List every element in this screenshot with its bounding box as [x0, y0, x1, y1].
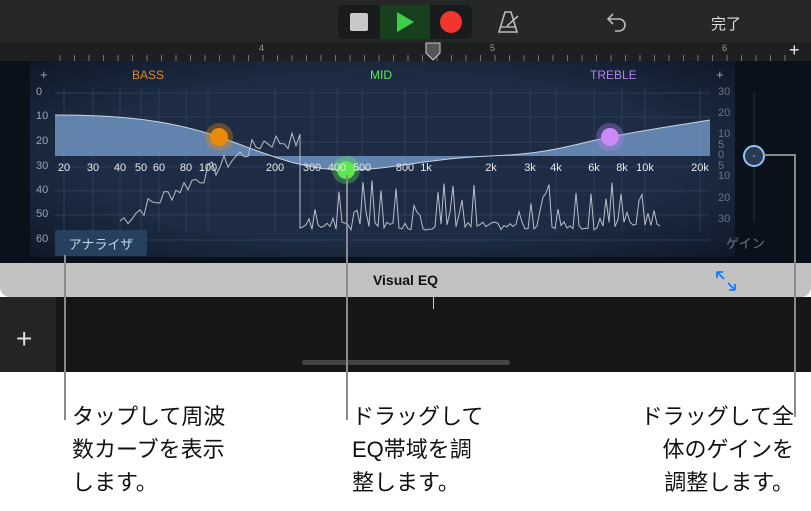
frequency-label: 800: [395, 162, 415, 174]
analyzer-scale-label: 0: [36, 86, 43, 98]
eq-graph[interactable]: [0, 0, 811, 263]
frequency-label: 500: [352, 162, 372, 174]
band-label-treble: TREBLE: [590, 68, 637, 82]
frequency-label: 30: [86, 162, 100, 174]
gain-scale-label: 20: [718, 192, 731, 204]
track-area: +: [0, 297, 811, 372]
frequency-label: 100: [198, 162, 218, 174]
frequency-label: 8k: [616, 162, 628, 174]
frequency-label: 200: [265, 162, 285, 174]
frequency-label: 20: [57, 162, 71, 174]
gain-label: ゲイン: [726, 236, 765, 251]
callout-band: ドラッグして EQ帯域を調 整します。: [352, 404, 484, 495]
frequency-label: 80: [179, 162, 193, 174]
playhead-line: [433, 297, 434, 309]
analyzer-scale-label: 40: [36, 184, 49, 196]
callout-line: [64, 255, 66, 420]
callout-area: タップして周波 数カーブを表示 します。 ドラッグして EQ帯域を調 整します。 ドラッ…: [0, 372, 811, 511]
scroll-indicator[interactable]: [302, 360, 510, 365]
visual-eq-title: Visual EQ: [372, 272, 439, 288]
add-track-button[interactable]: +: [16, 325, 32, 353]
add-band-left[interactable]: +: [40, 67, 48, 82]
frequency-label: 10k: [636, 162, 654, 174]
gain-scale-label: 30: [718, 213, 731, 225]
frequency-label: 2k: [485, 162, 497, 174]
frequency-label: 20k: [691, 162, 709, 174]
frequency-label: 1k: [420, 162, 432, 174]
frequency-label: 50: [134, 162, 148, 174]
analyzer-scale-label: 20: [36, 135, 49, 147]
analyzer-scale-label: 50: [36, 208, 49, 220]
callout-line: [764, 154, 796, 156]
band-label-bass: BASS: [132, 68, 165, 82]
frequency-label: 3k: [524, 162, 536, 174]
gain-scale-label: 20: [718, 107, 731, 119]
callout-line: [346, 175, 348, 420]
analyzer-scale-label: 10: [36, 110, 49, 122]
add-band-right[interactable]: +: [716, 67, 724, 82]
callout-gain: ドラッグして全 体のゲインを 調整します。: [640, 404, 794, 495]
analyzer-scale-label: 60: [36, 233, 49, 245]
expand-icon[interactable]: [714, 269, 738, 293]
visual-eq-title-bar: Visual EQ: [0, 263, 811, 297]
gain-scale-label: 30: [718, 86, 731, 98]
callout-analyzer: タップして周波 数カーブを表示 します。: [72, 404, 226, 495]
bass-handle[interactable]: [205, 123, 233, 151]
treble-handle[interactable]: [596, 123, 624, 151]
frequency-label: 40: [113, 162, 127, 174]
frequency-label: 6k: [588, 162, 600, 174]
frequency-label: 400: [327, 162, 347, 174]
frequency-label: 60: [152, 162, 166, 174]
callout-line: [794, 155, 796, 417]
frequency-label: 4k: [550, 162, 562, 174]
analyzer-scale-label: 30: [36, 160, 49, 172]
frequency-label: 300: [302, 162, 322, 174]
analyzer-button[interactable]: アナライザ: [55, 230, 147, 256]
gain-scale-label: 10: [718, 170, 731, 182]
band-label-mid: MID: [370, 68, 392, 82]
gain-slider-handle[interactable]: [743, 145, 765, 167]
